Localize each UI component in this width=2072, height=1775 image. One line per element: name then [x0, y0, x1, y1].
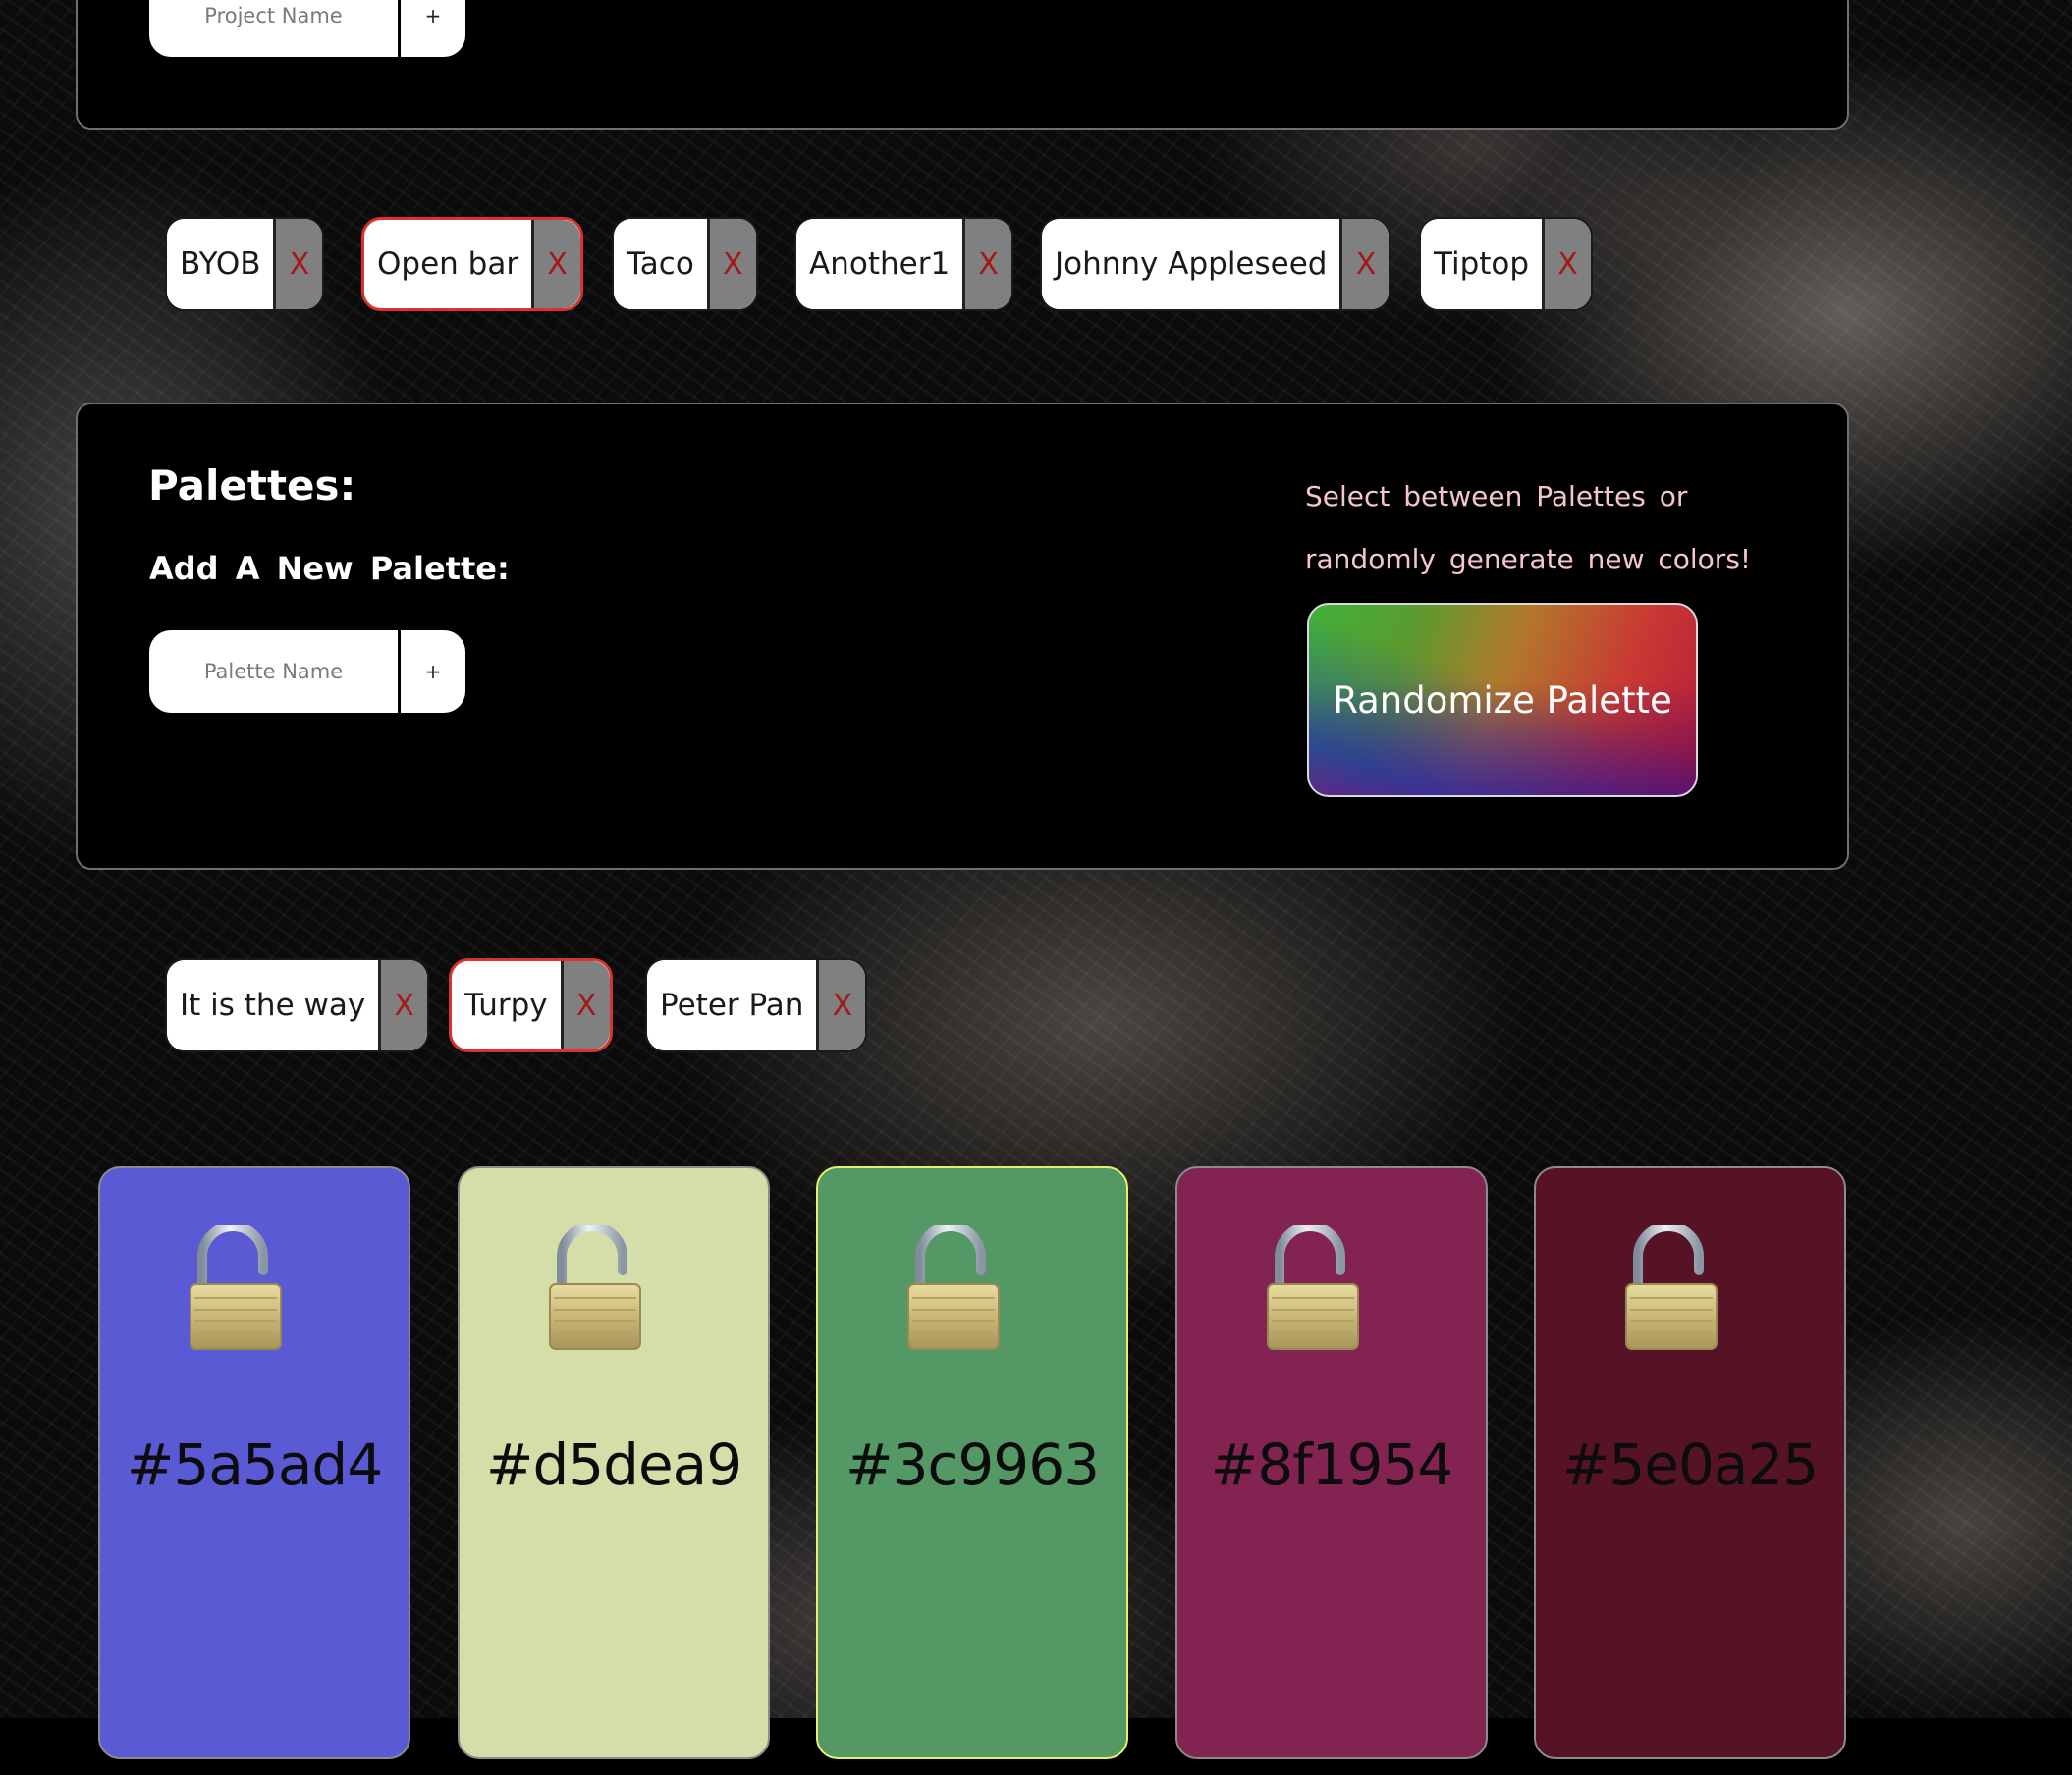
add-palette-button[interactable]: +	[401, 630, 465, 713]
palette-helper-text: Select between Palettes or randomly gene…	[1305, 480, 1752, 575]
project-chip[interactable]: Johnny Appleseed X	[1040, 217, 1391, 311]
hex-code: #3c9963	[845, 1431, 1100, 1498]
project-chip-label[interactable]: Taco	[614, 219, 707, 309]
open-padlock-icon[interactable]	[1622, 1225, 1720, 1353]
project-chip-label[interactable]: Another1	[796, 219, 963, 309]
remove-palette-button[interactable]: X	[560, 961, 610, 1049]
color-swatch[interactable]: #5e0a25	[1534, 1166, 1846, 1759]
add-palette-form: +	[149, 630, 465, 713]
color-swatch[interactable]: #d5dea9	[458, 1166, 770, 1759]
palette-list: It is the way X Turpy X Peter Pan X	[0, 958, 2072, 1056]
remove-palette-button[interactable]: X	[378, 960, 428, 1050]
palette-chip-label[interactable]: Peter Pan	[647, 960, 817, 1050]
project-chip[interactable]: Another1 X	[794, 217, 1014, 311]
color-swatch-active[interactable]: #3c9963	[816, 1166, 1128, 1759]
remove-project-button[interactable]: X	[706, 219, 756, 309]
project-name-input[interactable]	[149, 0, 398, 57]
palettes-heading: Palettes:	[148, 461, 356, 510]
palette-chip-label[interactable]: Turpy	[452, 961, 561, 1049]
project-chip-selected[interactable]: Open bar X	[361, 217, 584, 311]
palette-chip[interactable]: Peter Pan X	[645, 958, 868, 1052]
project-chip-label[interactable]: Johnny Appleseed	[1042, 219, 1340, 309]
remove-project-button[interactable]: X	[962, 219, 1012, 309]
palette-chip-selected[interactable]: Turpy X	[449, 958, 613, 1052]
remove-project-button[interactable]: X	[531, 220, 581, 308]
project-list: BYOB X Open bar X Taco X Another1 X John…	[0, 217, 2072, 315]
project-chip-label[interactable]: BYOB	[167, 219, 274, 309]
hex-code: #5a5ad4	[126, 1431, 383, 1498]
project-chip[interactable]: BYOB X	[165, 217, 325, 311]
open-padlock-icon[interactable]	[904, 1225, 1003, 1353]
hex-code: #8f1954	[1210, 1431, 1454, 1498]
randomize-palette-button[interactable]: Randomize Palette	[1307, 603, 1698, 797]
open-padlock-icon[interactable]	[187, 1225, 285, 1353]
color-swatches: #5a5ad4 #d5dea9 #3c9963 #8f1954 #5e0a25	[0, 1166, 2072, 1760]
project-chip-label[interactable]: Open bar	[364, 220, 532, 308]
color-swatch[interactable]: #5a5ad4	[98, 1166, 410, 1759]
palette-name-input[interactable]	[149, 630, 398, 713]
project-chip[interactable]: Taco X	[612, 217, 758, 311]
palette-chip-label[interactable]: It is the way	[167, 960, 379, 1050]
add-palette-heading: Add A New Palette:	[149, 550, 510, 587]
randomize-palette-label: Randomize Palette	[1333, 678, 1672, 722]
project-chip[interactable]: Tiptop X	[1419, 217, 1594, 311]
open-padlock-icon[interactable]	[1264, 1225, 1362, 1353]
remove-project-button[interactable]: X	[1339, 219, 1390, 309]
add-project-form: +	[149, 0, 465, 57]
hex-code: #d5dea9	[485, 1431, 742, 1498]
color-swatch[interactable]: #8f1954	[1175, 1166, 1488, 1759]
remove-project-button[interactable]: X	[1542, 219, 1592, 309]
remove-palette-button[interactable]: X	[816, 960, 866, 1050]
remove-project-button[interactable]: X	[273, 219, 323, 309]
palette-chip[interactable]: It is the way X	[165, 958, 430, 1052]
hex-code: #5e0a25	[1561, 1431, 1819, 1498]
open-padlock-icon[interactable]	[546, 1225, 644, 1353]
add-project-button[interactable]: +	[401, 0, 465, 57]
project-chip-label[interactable]: Tiptop	[1421, 219, 1543, 309]
palettes-panel: Palettes: Add A New Palette: + Select be…	[76, 403, 1849, 870]
